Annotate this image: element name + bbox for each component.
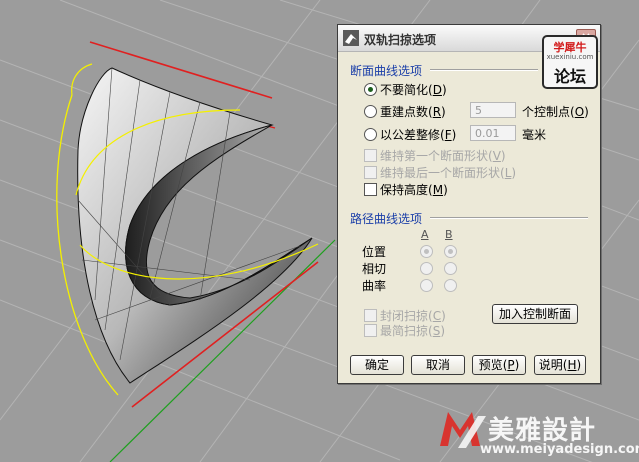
rebuild-points-field[interactable] [470, 102, 516, 118]
help-button[interactable]: 说明(H) [534, 355, 586, 375]
add-slash-button[interactable]: 加入控制断面 [492, 304, 578, 324]
radio-refit[interactable] [364, 128, 377, 141]
simple-sweep-label[interactable]: 最简扫掠(S) [380, 322, 445, 339]
rail-b-curvature-radio[interactable] [444, 279, 457, 292]
checkbox-keep-first-shape[interactable] [364, 149, 377, 162]
brand-logo-mark [440, 412, 486, 448]
sweep-surface-outer [77, 67, 313, 384]
radio-no-simplify[interactable] [364, 83, 377, 96]
ok-button[interactable]: 确定 [350, 355, 404, 375]
section-curve-divider [430, 69, 538, 71]
logo-bottom-text: 论坛 [553, 67, 586, 86]
radio-no-simplify-label[interactable]: 不要简化(D) [380, 81, 447, 98]
refit-unit-label: 毫米 [522, 128, 547, 142]
radio-rebuild[interactable] [364, 105, 377, 118]
brand-watermark: 美雅設計 www.meiyadesign.com [438, 408, 639, 458]
rail-col-a-header: A [421, 228, 429, 241]
section-curve-group-title: 断面曲线选项 [350, 64, 423, 78]
preview-button[interactable]: 预览(P) [472, 355, 526, 375]
rail-curve-divider [430, 217, 588, 219]
brand-url: www.meiyadesign.com [480, 442, 639, 457]
checkbox-keep-last-shape[interactable] [364, 166, 377, 179]
rail-row-curvature-label: 曲率 [362, 279, 387, 293]
checkbox-closed-sweep[interactable] [364, 309, 377, 322]
rail-a-curvature-radio[interactable] [420, 279, 433, 292]
rail-curve-group-title: 路径曲线选项 [350, 212, 423, 226]
sweep-options-dialog: 双轨扫掠选项 × 学犀牛 xuexiniu.com 论坛 断面曲线选项 不要简化… [337, 24, 601, 384]
rail-b-tangent-radio[interactable] [444, 262, 457, 275]
rail-col-b-header: B [445, 228, 453, 241]
rail-a-position-radio[interactable] [420, 245, 433, 258]
rail-b-position-radio[interactable] [444, 245, 457, 258]
rebuild-unit-label: 个控制点(O) [522, 105, 589, 119]
radio-refit-label[interactable]: 以公差整修(F) [380, 126, 456, 143]
logo-site-text: xuexiniu.com [546, 53, 594, 61]
rail-a-tangent-radio[interactable] [420, 262, 433, 275]
keep-first-shape-label[interactable]: 维持第一个断面形状(V) [380, 147, 506, 164]
rail-row-tangent-label: 相切 [362, 262, 387, 276]
cancel-button[interactable]: 取消 [411, 355, 465, 375]
checkbox-simple-sweep[interactable] [364, 324, 377, 337]
dialog-title: 双轨扫掠选项 [364, 33, 437, 47]
forum-logo-badge: 学犀牛 xuexiniu.com 论坛 [542, 35, 598, 89]
keep-last-shape-label[interactable]: 维持最后一个断面形状(L) [380, 164, 516, 181]
radio-rebuild-label[interactable]: 重建点数(R) [380, 103, 446, 120]
refit-tolerance-field[interactable] [470, 125, 516, 141]
checkbox-maintain-height[interactable] [364, 183, 377, 196]
maintain-height-label[interactable]: 保持高度(M) [380, 181, 448, 198]
rail-row-position-label: 位置 [362, 245, 387, 259]
rhino-app-icon [343, 30, 359, 46]
